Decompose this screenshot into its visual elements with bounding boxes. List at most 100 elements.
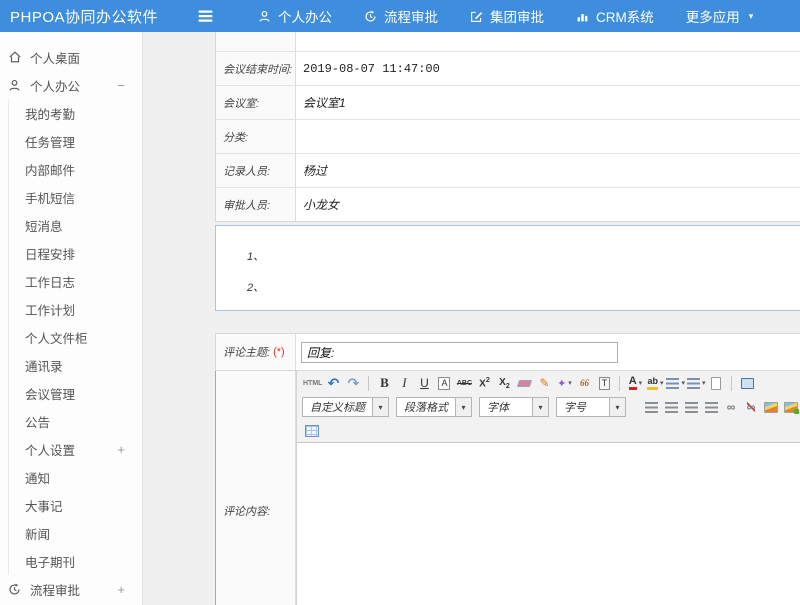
align-right-icon[interactable] xyxy=(682,398,700,416)
sidebar-item[interactable]: 通讯录 xyxy=(0,351,142,379)
editor-toolbar-row-1: HTML↶↷BIUAABCX2X2✎✦▾66TA▾ab▾▾▾ xyxy=(297,371,800,395)
superscript-icon[interactable]: X2 xyxy=(475,374,493,392)
field-value: 2019-08-07 11:47:00 xyxy=(296,52,800,85)
format-brush-icon[interactable]: ✎ xyxy=(535,374,553,392)
editor-format-select[interactable]: 自定义标题▾ xyxy=(302,397,389,417)
sidebar-item[interactable]: 大事记 xyxy=(0,491,142,519)
select-label: 字号 xyxy=(557,399,609,415)
editor-toolbar-row-2: 自定义标题▾ 段落格式▾ 字体▾ 字号▾ ∞∞ xyxy=(297,395,800,419)
nav-item[interactable]: 集团审批 xyxy=(454,0,560,32)
edit-square-icon xyxy=(470,10,483,23)
html-source-icon[interactable]: HTML xyxy=(303,374,322,392)
sidebar-item[interactable]: 个人办公− xyxy=(0,71,142,99)
field-label: 会议室: xyxy=(216,86,296,119)
sidebar-item[interactable]: 内部邮件 xyxy=(0,155,142,183)
unordered-list-icon[interactable]: ▾ xyxy=(687,374,706,392)
sidebar-item[interactable]: 个人桌面 xyxy=(0,43,142,71)
font-color-icon[interactable]: A▾ xyxy=(626,374,644,392)
eraser-icon[interactable] xyxy=(515,374,533,392)
comment-subject-row: 评论主题: (*) xyxy=(215,333,800,371)
sidebar-item[interactable]: 通知 xyxy=(0,463,142,491)
align-justify-icon[interactable] xyxy=(702,398,720,416)
table-icon[interactable] xyxy=(303,422,321,440)
sidebar-item[interactable]: 会议管理 xyxy=(0,379,142,407)
nav-item-label: 集团审批 xyxy=(490,6,544,26)
undo-icon[interactable]: ↶ xyxy=(324,374,342,392)
editor-content-area[interactable] xyxy=(297,443,800,605)
align-left-icon[interactable] xyxy=(642,398,660,416)
italic-icon[interactable]: I xyxy=(395,374,413,392)
blockquote-icon[interactable]: 66 xyxy=(575,374,593,392)
redo-icon[interactable]: ↷ xyxy=(344,374,362,392)
meeting-detail-panel: 会议结束时间:2019-08-07 11:47:00会议室:会议室1分类:记录人… xyxy=(215,32,800,311)
flash-icon[interactable] xyxy=(782,398,800,416)
fullscreen-icon[interactable] xyxy=(738,374,756,392)
table-row: 审批人员:小龙女 xyxy=(216,187,800,221)
sidebar-item[interactable]: 工作计划 xyxy=(0,295,142,323)
minutes-line: 1、 xyxy=(247,248,800,264)
align-center-icon[interactable] xyxy=(662,398,680,416)
sidebar-item-label: 个人设置 xyxy=(25,440,75,459)
caret-down-icon: ▾ xyxy=(702,379,706,387)
sidebar-item[interactable]: 个人文件柜 xyxy=(0,323,142,351)
menu-icon[interactable] xyxy=(194,9,216,23)
ordered-list-icon[interactable]: ▾ xyxy=(666,374,685,392)
sidebar-item-label: 个人文件柜 xyxy=(25,328,88,347)
sidebar-item[interactable]: 流程审批+ xyxy=(0,575,142,603)
table-row: 记录人员:杨过 xyxy=(216,153,800,187)
sidebar-item[interactable]: 个人设置 + xyxy=(0,435,142,463)
editor-format-select[interactable]: 字号▾ xyxy=(556,397,626,417)
select-label: 段落格式 xyxy=(397,399,455,415)
meeting-minutes-box[interactable]: 1、2、 xyxy=(215,225,800,311)
new-document-icon[interactable] xyxy=(707,374,725,392)
sidebar-item-label: 工作日志 xyxy=(25,272,75,291)
sidebar-item[interactable]: 新闻 xyxy=(0,519,142,547)
table-row: 会议结束时间:2019-08-07 11:47:00 xyxy=(216,51,800,85)
nav-item[interactable]: CRM系统 xyxy=(560,0,670,32)
underline-icon[interactable]: U xyxy=(415,374,433,392)
sidebar-item[interactable]: 我的考勤 xyxy=(0,99,142,127)
chart-icon xyxy=(576,10,589,23)
link-icon[interactable]: ∞ xyxy=(722,398,740,416)
editor-format-select[interactable]: 段落格式▾ xyxy=(396,397,472,417)
caret-down-icon: ▾ xyxy=(639,379,643,387)
subscript-icon[interactable]: X2 xyxy=(495,374,513,392)
expand-icon[interactable]: + xyxy=(117,442,125,457)
expand-icon[interactable]: + xyxy=(117,582,125,597)
table-row: 分类: xyxy=(216,119,800,153)
collapse-icon[interactable]: − xyxy=(117,78,125,93)
sidebar-item-label: 公告 xyxy=(25,412,50,431)
unlink-icon[interactable]: ∞ xyxy=(742,398,760,416)
bold-icon[interactable]: B xyxy=(375,374,393,392)
strikethrough-icon[interactable]: ABC xyxy=(455,374,473,392)
field-label: 分类: xyxy=(216,120,296,153)
sidebar-item[interactable]: 短消息 xyxy=(0,211,142,239)
nav-item[interactable]: 流程审批 xyxy=(348,0,454,32)
sidebar-item-label: 内部邮件 xyxy=(25,160,75,179)
magic-wand-icon[interactable]: ✦▾ xyxy=(555,374,573,392)
sidebar-item[interactable]: 手机短信 xyxy=(0,183,142,211)
paste-text-icon[interactable]: T xyxy=(595,374,613,392)
image-icon[interactable] xyxy=(762,398,780,416)
sidebar-item[interactable]: 日程安排 xyxy=(0,239,142,267)
app-logo[interactable]: PHPOA协同办公软件 xyxy=(0,6,180,27)
sidebar-item[interactable]: 公告 xyxy=(0,407,142,435)
remove-format-icon[interactable]: A xyxy=(435,374,453,392)
nav-item[interactable]: 更多应用▾ xyxy=(670,0,770,32)
highlight-color-icon[interactable]: ab▾ xyxy=(646,374,664,392)
sidebar-item-label: 短消息 xyxy=(25,216,63,235)
sidebar-item[interactable]: 任务管理 xyxy=(0,127,142,155)
sidebar-item[interactable]: 工作日志 xyxy=(0,267,142,295)
caret-down-icon: ▾ xyxy=(681,379,685,387)
editor-format-select[interactable]: 字体▾ xyxy=(479,397,549,417)
nav-item[interactable]: 个人办公 xyxy=(242,0,348,32)
nav-item-label: 个人办公 xyxy=(278,6,332,26)
field-value xyxy=(296,32,800,51)
comment-content-label: 评论内容: xyxy=(216,371,296,605)
field-label: 会议结束时间: xyxy=(216,52,296,85)
sidebar-item[interactable]: 电子期刊 xyxy=(0,547,142,575)
home-icon xyxy=(8,50,22,64)
select-label: 字体 xyxy=(480,399,532,415)
field-label: 审批人员: xyxy=(216,188,296,221)
comment-subject-input[interactable] xyxy=(301,342,618,363)
